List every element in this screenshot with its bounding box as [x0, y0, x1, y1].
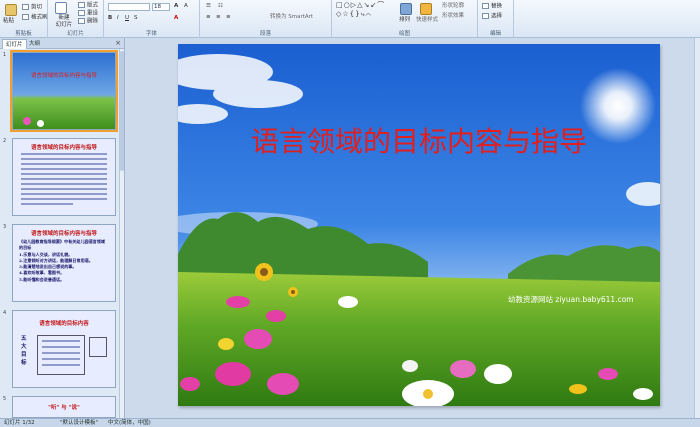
font-size-select[interactable]: 18	[152, 3, 170, 11]
delete-icon	[78, 18, 85, 24]
tab-slides[interactable]: 幻灯片	[2, 39, 27, 49]
grow-font-button[interactable]: A	[174, 3, 178, 10]
editing-group-label: 编辑	[489, 31, 501, 37]
drawing-group: □○▷△↘↙⌒ ◇☆{}⤷⌒ 排列 快速样式 形状轮廓 形状效果 绘图	[332, 0, 478, 38]
drawing-group-label: 绘图	[398, 31, 410, 37]
align-center-button[interactable]: ≡	[216, 14, 221, 21]
thumbnail-title: 语言领域的目标内容与指导	[30, 73, 97, 79]
new-slide-button[interactable]: 新建 幻灯片	[52, 15, 76, 29]
thumbnail-side-label: 五 大 目 标	[21, 336, 27, 366]
slide-thumbnail-image: 语言领域的目标内容与指导	[10, 50, 118, 132]
delete-button[interactable]: 删除	[78, 18, 98, 26]
editor-scrollbar[interactable]	[694, 38, 700, 418]
paragraph-group-label: 段落	[259, 31, 271, 37]
slide-title[interactable]: 语言领域的目标内容与指导	[178, 120, 660, 160]
slide-number: 4	[3, 310, 7, 316]
font-name-select[interactable]	[108, 3, 150, 11]
numbering-button[interactable]: ☷	[218, 3, 223, 10]
flower-shape	[37, 120, 44, 127]
cut-button[interactable]: 剪切	[22, 4, 42, 12]
slide-number: 3	[3, 224, 7, 230]
shape-effects-button[interactable]: 形状效果	[442, 13, 464, 20]
slide-number: 5	[3, 396, 7, 402]
thumbnail-title: 语言领域的目标内容与指导	[30, 231, 97, 237]
quick-styles-button[interactable]: 快速样式	[416, 17, 438, 24]
quick-styles-icon[interactable]	[420, 3, 432, 15]
slide-thumbnail-image: 语言领域的目标内容与指导	[12, 138, 116, 216]
slides-group: 新建 幻灯片 版式 重设 删除 幻灯片	[48, 0, 104, 38]
cut-icon	[22, 4, 29, 10]
reset-button[interactable]: 重设	[78, 10, 98, 18]
align-right-button[interactable]: ≡	[226, 14, 231, 21]
shadow-button[interactable]: S	[134, 15, 138, 22]
new-slide-icon[interactable]	[55, 2, 67, 14]
editing-group: 替换 选择 编辑	[478, 0, 514, 38]
slide-thumbnail-image: 语言领域的目标内容 五 大 目 标	[12, 310, 116, 388]
tab-outline[interactable]: 大纲	[26, 39, 43, 49]
clipboard-group-label: 剪贴板	[15, 31, 32, 37]
arrange-icon[interactable]	[400, 3, 412, 15]
align-left-button[interactable]: ≡	[206, 14, 211, 21]
slide-counter: 幻灯片 1/32	[4, 420, 35, 426]
slides-group-label: 幻灯片	[67, 31, 84, 37]
replace-icon	[482, 3, 489, 9]
panel-tabs: 幻灯片 大纲 ×	[0, 38, 124, 49]
paragraph-group: ☰ ☷ ≡ ≡ ≡ 转换为 SmartArt 段落	[200, 0, 332, 38]
slide-number: 1	[3, 52, 7, 58]
convert-smartart-button[interactable]: 转换为 SmartArt	[270, 14, 313, 21]
italic-button[interactable]: I	[117, 15, 119, 22]
ribbon: 粘贴 剪切 格式刷 剪贴板 新建 幻灯片 版式 重设 删除 幻灯片 18 A A…	[0, 0, 700, 38]
reset-icon	[78, 10, 85, 16]
shape-outline-button[interactable]: 形状轮廓	[442, 3, 464, 10]
thumbnail-title: 语言领域的目标内容	[39, 321, 89, 327]
replace-button[interactable]: 替换	[482, 3, 502, 11]
thumbnail-table	[37, 335, 85, 375]
paste-icon[interactable]	[5, 4, 17, 16]
select-icon	[482, 13, 489, 19]
language-indicator: 中文(简体，中国)	[108, 420, 151, 426]
clipboard-group: 粘贴 剪切 格式刷 剪贴板	[0, 0, 48, 38]
slide-thumbnail-image: "听" 与 "说"	[12, 396, 116, 418]
thumbnail-title: 语言领域的目标内容与指导	[30, 145, 97, 151]
bold-button[interactable]: B	[108, 15, 112, 22]
theme-name: "默认设计模板"	[60, 420, 99, 426]
status-bar: 幻灯片 1/32 "默认设计模板" 中文(简体，中国)	[0, 418, 700, 427]
flower-shape	[23, 117, 31, 125]
thumbnail-text-lines	[21, 153, 107, 208]
slide-watermark: 幼教资源网站 ziyuan.baby611.com	[508, 295, 634, 304]
slide-background	[178, 44, 660, 406]
slide-canvas[interactable]: 语言领域的目标内容与指导 幼教资源网站 ziyuan.baby611.com	[178, 44, 660, 406]
panel-scrollbar[interactable]	[119, 49, 124, 418]
thumbnail-box	[89, 337, 107, 357]
shapes-gallery-row2[interactable]: ◇☆{}⤷⌒	[336, 11, 372, 18]
thumbnail-title: "听" 与 "说"	[48, 405, 80, 411]
shrink-font-button[interactable]: A	[184, 3, 188, 10]
layout-icon	[78, 2, 85, 8]
layout-button[interactable]: 版式	[78, 2, 98, 10]
underline-button[interactable]: U	[125, 15, 129, 22]
paste-button[interactable]: 粘贴	[3, 18, 14, 25]
slide-thumbnail-image: 语言领域的目标内容与指导 《幼儿园教育指导纲要》中有关幼儿园语言领域的目标 1.…	[12, 224, 116, 302]
close-icon[interactable]: ×	[115, 39, 121, 48]
slide-number: 2	[3, 138, 7, 144]
thumbnail-body: 《幼儿园教育指导纲要》中有关幼儿园语言领域的目标 1.乐意与人交谈，讲话礼貌。 …	[19, 239, 105, 282]
arrange-button[interactable]: 排列	[399, 17, 410, 24]
slide-panel: 幻灯片 大纲 × 1 语言领域的目标内容与指导 2 语言领域的目标内容与指导 3…	[0, 38, 125, 418]
font-group: 18 A A B I U S A 字体	[104, 0, 200, 38]
shapes-gallery[interactable]: □○▷△↘↙⌒	[336, 2, 385, 9]
font-group-label: 字体	[145, 31, 157, 37]
slide-editor: 语言领域的目标内容与指导 幼教资源网站 ziyuan.baby611.com	[126, 38, 700, 418]
select-button[interactable]: 选择	[482, 13, 502, 21]
format-painter-button[interactable]: 格式刷	[22, 14, 48, 22]
brush-icon	[22, 14, 29, 20]
font-color-button[interactable]: A	[174, 15, 178, 22]
panel-scroll-thumb[interactable]	[120, 51, 124, 171]
bullets-button[interactable]: ☰	[206, 3, 211, 10]
